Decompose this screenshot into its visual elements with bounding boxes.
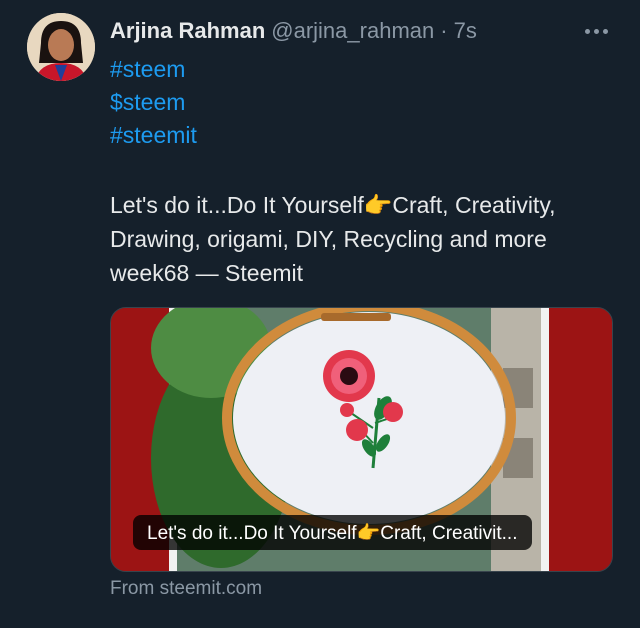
- more-options-button[interactable]: [582, 19, 610, 43]
- hashtag-steem[interactable]: #steem: [110, 53, 197, 86]
- hashtag-list: #steem $steem #steemit: [110, 53, 197, 152]
- link-preview-card[interactable]: Let's do it...Do It Yourself👉Craft, Crea…: [110, 307, 613, 572]
- hashtag-steemit[interactable]: #steemit: [110, 119, 197, 152]
- avatar[interactable]: [27, 13, 95, 81]
- timestamp[interactable]: 7s: [454, 18, 477, 44]
- link-card-title[interactable]: Let's do it...Do It Yourself👉Craft, Crea…: [133, 515, 532, 550]
- author-name[interactable]: Arjina Rahman: [110, 18, 265, 44]
- separator: ·: [440, 18, 448, 43]
- link-source[interactable]: From steemit.com: [110, 578, 262, 600]
- tweet-header: Arjina Rahman @arjina_rahman · 7s: [110, 16, 477, 46]
- more-horizontal-icon: [584, 28, 590, 34]
- cashtag-steem[interactable]: $steem: [110, 86, 197, 119]
- author-handle[interactable]: @arjina_rahman: [271, 18, 434, 44]
- avatar-photo: [27, 13, 95, 81]
- tweet-text: Let's do it...Do It Yourself👉Craft, Crea…: [110, 192, 556, 286]
